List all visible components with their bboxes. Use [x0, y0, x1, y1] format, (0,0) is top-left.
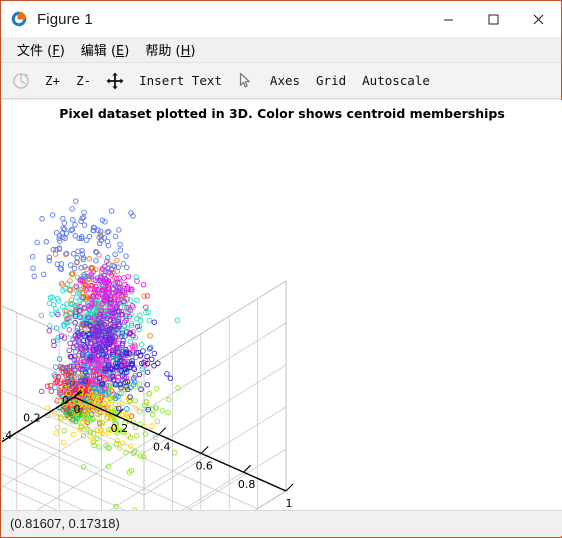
close-button[interactable]	[516, 1, 561, 37]
axis-tick-label: 0	[74, 403, 81, 416]
menu-item-file-label: 文件	[17, 44, 44, 59]
axis-tick-label: 0	[62, 394, 69, 407]
scatter-plot-3d[interactable]: 0000.20.20.20.40.40.40.60.60.60.80.80.81…	[2, 100, 562, 512]
menu-item-file[interactable]: 文件 (F)	[9, 37, 73, 62]
rotate-button[interactable]	[5, 67, 37, 95]
octave-logo-icon	[10, 10, 28, 28]
menu-item-help-accel: H	[180, 44, 191, 59]
axis-tick-label: 0.2	[23, 412, 41, 425]
maximize-icon	[488, 14, 499, 24]
close-icon	[533, 14, 544, 24]
scatter-series	[29, 198, 136, 292]
axes-button[interactable]: Axes	[262, 67, 308, 95]
rotate-icon	[13, 72, 29, 89]
menu-item-edit-accel: E	[116, 44, 125, 59]
pan-move-icon	[106, 72, 124, 89]
menu-item-help[interactable]: 帮助 (H)	[137, 37, 203, 62]
window-controls	[426, 1, 561, 37]
minimize-button[interactable]	[426, 1, 471, 37]
figure-canvas[interactable]: Pixel dataset plotted in 3D. Color shows…	[2, 100, 562, 512]
menu-item-help-label: 帮助	[145, 44, 172, 59]
cursor-coordinates: (0.81607, 0.17318)	[10, 516, 120, 531]
autoscale-button[interactable]: Autoscale	[354, 67, 438, 95]
zoom-in-button[interactable]: Z+	[37, 67, 68, 95]
menu-item-file-accel: F	[52, 44, 60, 59]
cursor-arrow-icon	[240, 72, 251, 88]
axis-tick-label: 1	[286, 497, 293, 510]
minimize-icon	[444, 19, 453, 20]
axis-tick-label: 0.8	[238, 478, 256, 491]
status-bar: (0.81607, 0.17318)	[2, 510, 562, 536]
maximize-button[interactable]	[471, 1, 516, 37]
plot-title: Pixel dataset plotted in 3D. Color shows…	[59, 106, 505, 121]
axis-tick-label: 0.4	[2, 429, 12, 442]
insert-text-button[interactable]: Insert Text	[131, 67, 230, 95]
axis-tick-label: 0.6	[195, 459, 213, 472]
select-button[interactable]	[230, 67, 262, 95]
menu-bar: 文件 (F) 编辑 (E) 帮助 (H)	[1, 37, 561, 63]
figure-window: Figure 1 文件 (F) 编辑 (E) 帮助 (H) Z+ Z- Inse…	[0, 0, 562, 538]
title-bar: Figure 1	[1, 1, 561, 37]
menu-item-edit-label: 编辑	[80, 44, 107, 59]
zoom-out-button[interactable]: Z-	[68, 67, 99, 95]
toolbar: Z+ Z- Insert Text Axes Grid Autoscale	[1, 63, 561, 99]
menu-item-edit[interactable]: 编辑 (E)	[73, 37, 138, 62]
axis-tick-label: 0.4	[153, 441, 171, 454]
axis-tick-label: 0.2	[111, 422, 129, 435]
grid-button[interactable]: Grid	[308, 67, 354, 95]
window-title: Figure 1	[37, 10, 93, 28]
pan-button[interactable]	[99, 67, 131, 95]
